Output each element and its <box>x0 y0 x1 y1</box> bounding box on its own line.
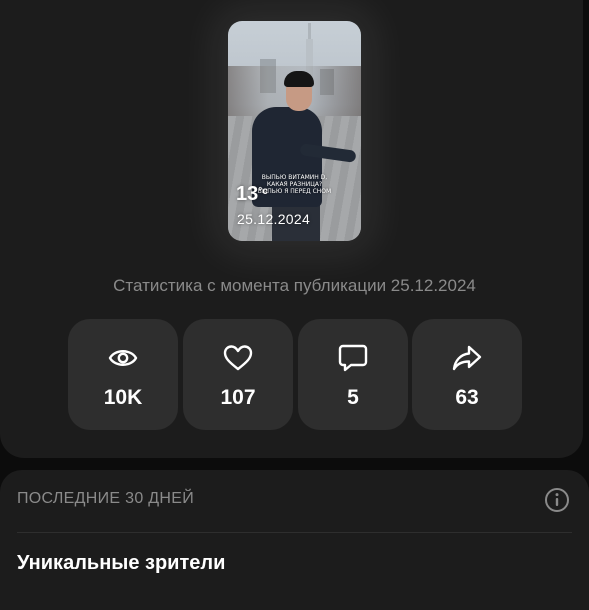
stat-card-likes[interactable]: 107 <box>183 319 293 430</box>
stat-value-comments: 5 <box>347 386 359 409</box>
stat-value-shares: 63 <box>455 386 479 409</box>
temperature-unit: °c <box>258 186 268 197</box>
stats-caption: Статистика с момента публикации 25.12.20… <box>113 276 476 295</box>
share-icon <box>452 345 482 371</box>
video-preview-image: ВЫПЬЮ ВИТАМИН D, КАКАЯ РАЗНИЦА? ВЫПЬЮ Я … <box>228 21 361 241</box>
temperature-value: 13 <box>236 183 259 205</box>
heart-icon <box>223 345 253 371</box>
comment-icon <box>338 344 368 372</box>
eye-icon <box>108 350 138 366</box>
video-caption-line: ВЫПЬЮ ВИТАМИН D, <box>261 174 328 181</box>
stat-value-views: 10K <box>103 386 143 409</box>
stat-card-comments[interactable]: 5 <box>298 319 408 430</box>
divider <box>17 532 572 533</box>
section-title: ПОСЛЕДНИЕ 30 ДНЕЙ <box>17 490 195 507</box>
stat-value-likes: 107 <box>220 386 256 409</box>
info-icon[interactable] <box>544 487 570 513</box>
stat-card-views[interactable]: 10K <box>68 319 178 430</box>
video-date: 25.12.2024 <box>237 211 311 227</box>
unique-viewers-heading: Уникальные зрители <box>17 552 226 574</box>
video-temperature: 13°c <box>236 183 268 206</box>
stat-card-shares[interactable]: 63 <box>412 319 522 430</box>
video-thumbnail[interactable]: ВЫПЬЮ ВИТАМИН D, КАКАЯ РАЗНИЦА? ВЫПЬЮ Я … <box>228 21 361 241</box>
